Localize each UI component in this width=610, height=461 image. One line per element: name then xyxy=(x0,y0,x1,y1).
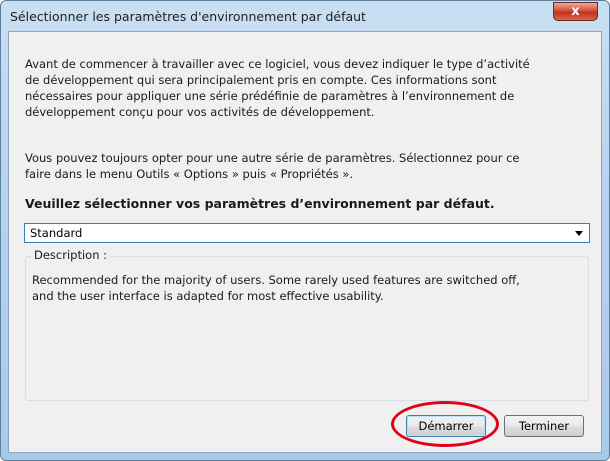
title-bar[interactable]: Sélectionner les paramètres d'environnem… xyxy=(1,1,609,31)
settings-heading: Veuillez sélectionner vos paramètres d’e… xyxy=(25,196,495,211)
close-button[interactable]: x xyxy=(553,2,598,21)
intro-text: Avant de commencer à travailler avec ce … xyxy=(25,57,530,119)
window-title: Sélectionner les paramètres d'environnem… xyxy=(10,9,366,24)
info-text: Vous pouvez toujours opter pour une autr… xyxy=(25,151,520,181)
close-icon: x xyxy=(571,4,580,19)
description-label: Description : xyxy=(31,248,111,262)
start-button[interactable]: Démarrer xyxy=(406,415,486,437)
finish-button[interactable]: Terminer xyxy=(504,415,584,437)
description-text: Recommended for the majority of users. S… xyxy=(32,273,520,303)
settings-dropdown[interactable]: Standard xyxy=(24,223,590,243)
chevron-down-icon[interactable] xyxy=(575,231,583,236)
settings-dropdown-value: Standard xyxy=(30,226,83,240)
